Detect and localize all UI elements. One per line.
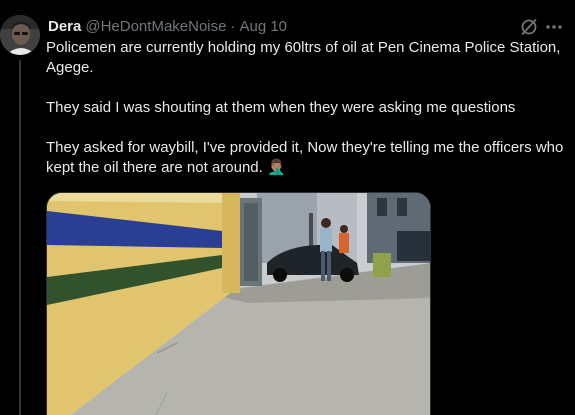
tweet-paragraph: They said I was shouting at them when th… — [46, 99, 516, 116]
tweet-paragraph: Policemen are currently holding my 60ltr… — [46, 39, 561, 76]
grok-button[interactable] — [518, 16, 540, 38]
author-handle[interactable]: @HeDontMakeNoise — [85, 18, 226, 35]
tweet-text: Policemen are currently holding my 60ltr… — [46, 38, 566, 178]
grok-icon — [521, 19, 537, 35]
avatar-photo-icon — [0, 15, 40, 55]
tweet[interactable]: Dera @HeDontMakeNoise · Aug 10 Policemen… — [0, 0, 575, 415]
more-icon — [546, 25, 562, 29]
photo-icon — [47, 193, 430, 415]
tweet-paragraph: They asked for waybill, I've provided it… — [46, 139, 564, 176]
thread-line — [19, 60, 21, 415]
author-display-name[interactable]: Dera — [48, 18, 81, 35]
more-options-button[interactable] — [543, 16, 565, 38]
tweet-timestamp[interactable]: Aug 10 — [239, 18, 287, 35]
tweet-header: Dera @HeDontMakeNoise · Aug 10 — [48, 15, 287, 37]
separator-dot: · — [230, 17, 236, 35]
avatar[interactable] — [0, 15, 40, 55]
tweet-media-photo[interactable] — [46, 192, 431, 415]
